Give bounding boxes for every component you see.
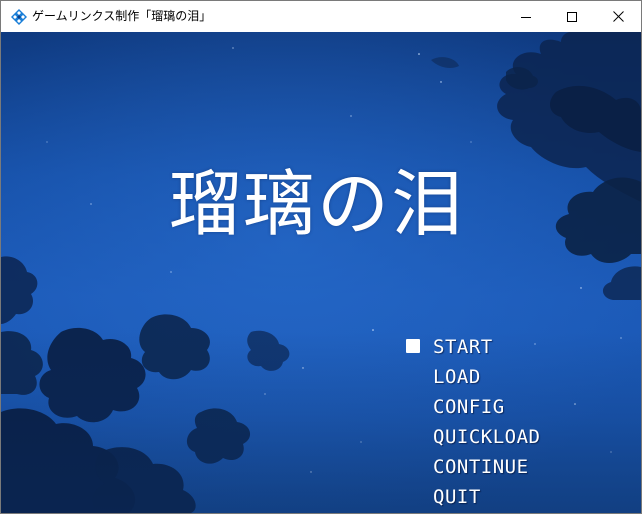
menu-item-label: START: [433, 336, 493, 358]
game-title-logo: 瑠璃の泪: [168, 162, 465, 246]
selection-cursor-icon: [406, 339, 420, 353]
maximize-button[interactable]: [549, 1, 595, 32]
title-bar[interactable]: ゲームリンクス制作「瑠璃の泪」: [1, 1, 641, 32]
menu-item-label: CONFIG: [433, 396, 505, 418]
menu-item-label: QUICKLOAD: [433, 426, 541, 448]
title-menu: START LOAD CONFIG QUICKLOAD CONTINUE QUI…: [406, 332, 606, 512]
minimize-icon: [521, 7, 531, 26]
menu-item-label: QUIT: [433, 486, 481, 508]
game-window: ゲームリンクス制作「瑠璃の泪」 瑠璃の泪 START LOAD CONFIG Q…: [0, 0, 642, 514]
close-icon: [612, 7, 624, 26]
minimize-button[interactable]: [503, 1, 549, 32]
diamond-grid-icon[interactable]: [11, 9, 27, 25]
maximize-icon: [567, 7, 577, 26]
menu-item-quit[interactable]: QUIT: [406, 482, 606, 512]
menu-item-config[interactable]: CONFIG: [406, 392, 606, 422]
close-button[interactable]: [595, 1, 641, 32]
title-screen[interactable]: 瑠璃の泪 START LOAD CONFIG QUICKLOAD CONTINU…: [1, 32, 641, 513]
menu-item-label: CONTINUE: [433, 456, 529, 478]
menu-item-quickload[interactable]: QUICKLOAD: [406, 422, 606, 452]
menu-item-load[interactable]: LOAD: [406, 362, 606, 392]
window-title: ゲームリンクス制作「瑠璃の泪」: [32, 9, 212, 23]
menu-item-continue[interactable]: CONTINUE: [406, 452, 606, 482]
menu-item-start[interactable]: START: [406, 332, 606, 362]
menu-item-label: LOAD: [433, 366, 481, 388]
